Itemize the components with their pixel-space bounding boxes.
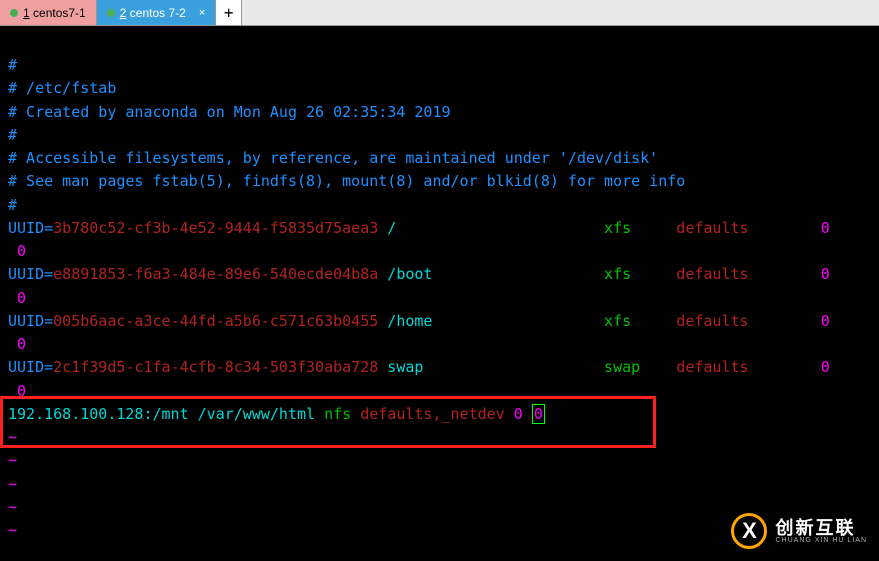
vim-empty-line: ~	[8, 426, 879, 449]
fstab-comment: # /etc/fstab	[8, 77, 879, 100]
terminal-content[interactable]: # # /etc/fstab # Created by anaconda on …	[0, 26, 879, 542]
watermark-text-sub: CHUANG XIN HU LIAN	[775, 537, 867, 544]
fstab-entry-tail: 0	[8, 333, 879, 356]
tab-label: centos 7-2	[130, 6, 186, 20]
watermark-logo-icon: X	[731, 513, 767, 549]
fstab-entry: UUID=005b6aac-a3ce-44fd-a5b6-c571c63b045…	[8, 310, 879, 333]
fstab-entry-tail: 0	[8, 240, 879, 263]
vim-empty-line: ~	[8, 449, 879, 472]
fstab-comment: # Accessible filesystems, by reference, …	[8, 147, 879, 170]
fstab-comment: # Created by anaconda on Mon Aug 26 02:3…	[8, 101, 879, 124]
tab-number: 2	[120, 6, 127, 20]
add-tab-button[interactable]: +	[216, 0, 242, 25]
connection-status-icon	[107, 9, 115, 17]
fstab-comment: # See man pages fstab(5), findfs(8), mou…	[8, 170, 879, 193]
fstab-entry-tail: 0	[8, 287, 879, 310]
watermark-text-main: 创新互联	[775, 519, 867, 537]
connection-status-icon	[10, 9, 18, 17]
tab-bar: 1 centos7-1 2 centos 7-2 × +	[0, 0, 879, 26]
watermark: X 创新互联 CHUANG XIN HU LIAN	[731, 513, 867, 549]
fstab-comment: #	[8, 54, 879, 77]
fstab-entry-tail: 0	[8, 380, 879, 403]
cursor: 0	[532, 404, 545, 424]
fstab-comment: #	[8, 194, 879, 217]
close-icon[interactable]: ×	[199, 7, 205, 19]
tab-label: centos7-1	[33, 6, 86, 20]
fstab-entry: UUID=2c1f39d5-c1fa-4cfb-8c34-503f30aba72…	[8, 356, 879, 379]
tab-centos7-2[interactable]: 2 centos 7-2 ×	[97, 0, 217, 25]
fstab-entry: UUID=3b780c52-cf3b-4e52-9444-f5835d75aea…	[8, 217, 879, 240]
vim-empty-line: ~	[8, 473, 879, 496]
tab-centos7-1[interactable]: 1 centos7-1	[0, 0, 97, 25]
fstab-entry: UUID=e8891853-f6a3-484e-89e6-540ecde04b8…	[8, 263, 879, 286]
fstab-nfs-entry: 192.168.100.128:/mnt /var/www/html nfs d…	[8, 403, 879, 426]
fstab-comment: #	[8, 124, 879, 147]
tab-number: 1	[23, 6, 30, 20]
